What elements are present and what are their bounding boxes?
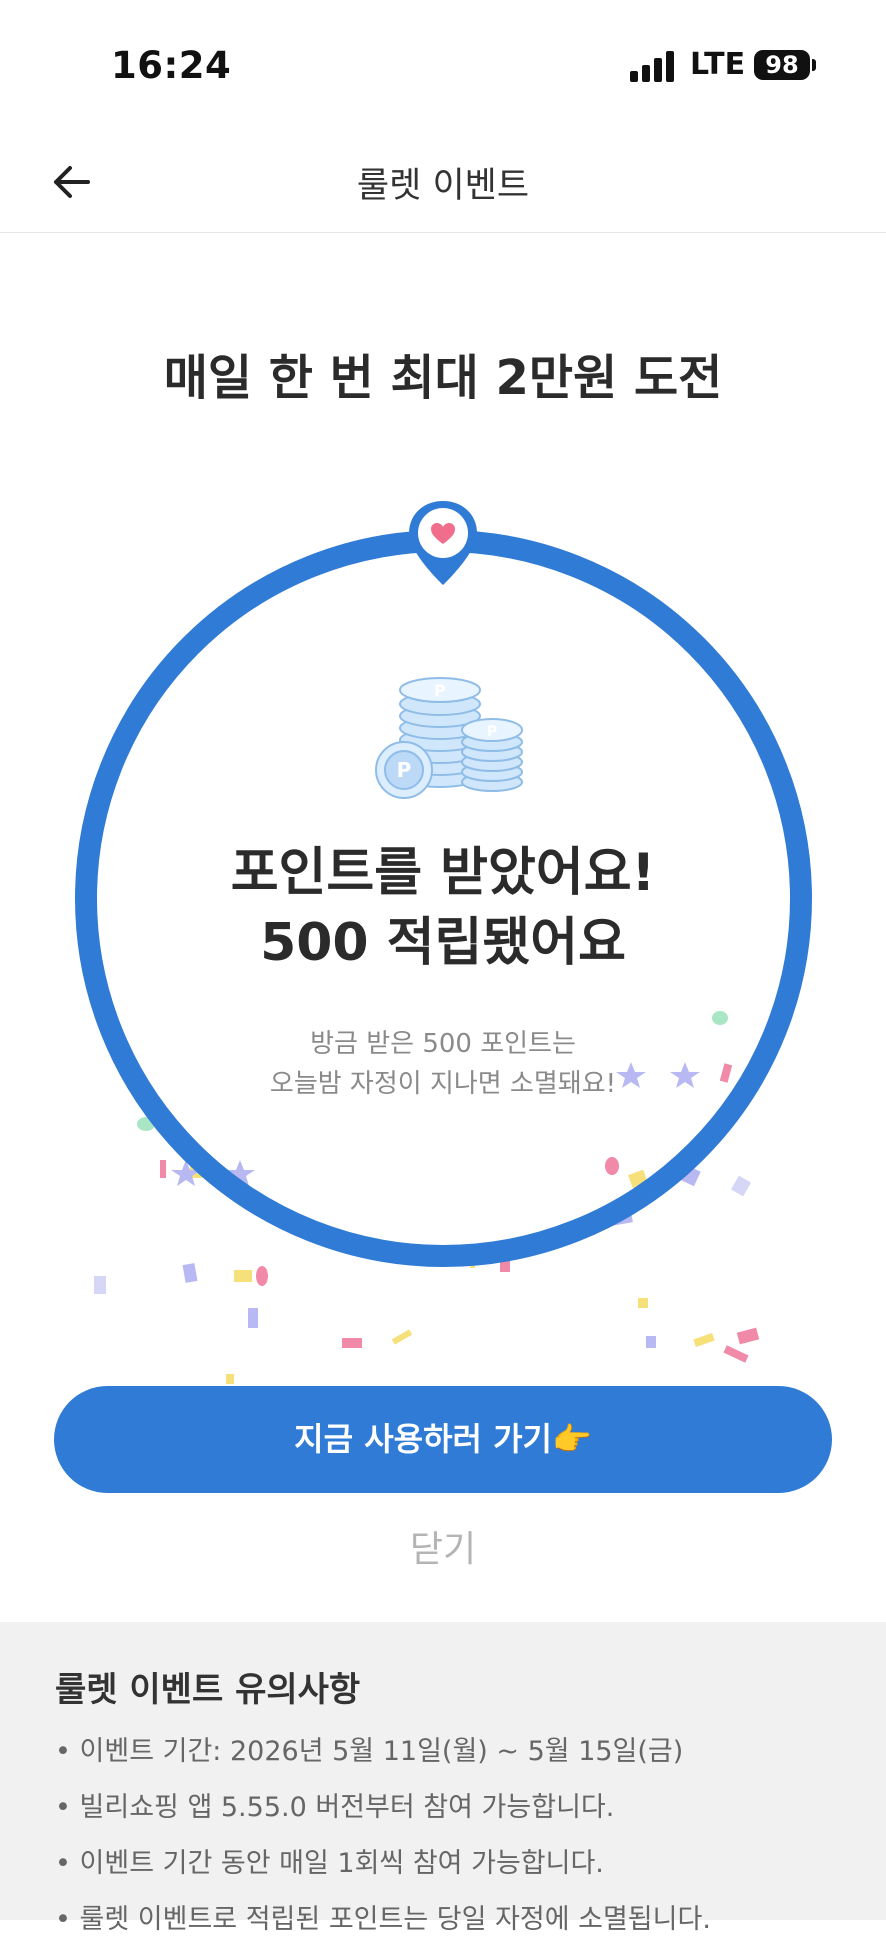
result-line-1: 포인트를 받았어요! (230, 843, 656, 903)
expiry-note: 방금 받은 500 포인트는 오늘밤 자정이 지나면 소멸돼요! (0, 1024, 886, 1104)
result-title: 포인트를 받았어요! 500 적립됐어요 (0, 838, 886, 978)
notice-item: 빌리쇼핑 앱 5.55.0 버전부터 참여 가능합니다. (55, 1788, 855, 1844)
notice-list: 이벤트 기간: 2026년 5월 11일(월) ~ 5월 15일(금) 빌리쇼핑… (55, 1732, 855, 1956)
page-title: 룰렛 이벤트 (356, 166, 530, 206)
network-label: LTE (690, 47, 746, 82)
svg-text:P: P (434, 681, 446, 700)
svg-text:P: P (397, 758, 412, 782)
expiry-note-line-1: 방금 받은 500 포인트는 (310, 1029, 576, 1059)
heart-pin-icon (409, 501, 477, 585)
nav-header: 룰렛 이벤트 (0, 130, 886, 233)
close-button[interactable]: 닫기 (0, 1520, 886, 1572)
battery-tip (812, 59, 816, 71)
event-headline: 매일 한 번 최대 2만원 도전 (163, 350, 723, 406)
notice-section: 룰렛 이벤트 유의사항 이벤트 기간: 2026년 5월 11일(월) ~ 5월… (0, 1622, 886, 1935)
result-line-2: 500 적립됐어요 (260, 913, 626, 973)
battery-icon: 98 (754, 50, 810, 80)
svg-text:P: P (487, 724, 497, 740)
status-bar: 16:24 LTE 98 (0, 0, 886, 130)
signal-icon (630, 50, 676, 82)
notice-item: 룰렛 이벤트로 적립된 포인트는 당일 자정에 소멸됩니다. (55, 1900, 855, 1956)
use-now-button[interactable]: 지금 사용하러 가기👉 (54, 1386, 832, 1493)
notice-item: 이벤트 기간: 2026년 5월 11일(월) ~ 5월 15일(금) (55, 1732, 855, 1788)
coin-stack-icon: P P P (375, 677, 523, 799)
status-time: 16:24 (111, 44, 232, 87)
notice-item: 이벤트 기간 동안 매일 1회씩 참여 가능합니다. (55, 1844, 855, 1900)
notice-title: 룰렛 이벤트 유의사항 (55, 1670, 361, 1710)
expiry-note-line-2: 오늘밤 자정이 지나면 소멸돼요! (269, 1069, 617, 1099)
